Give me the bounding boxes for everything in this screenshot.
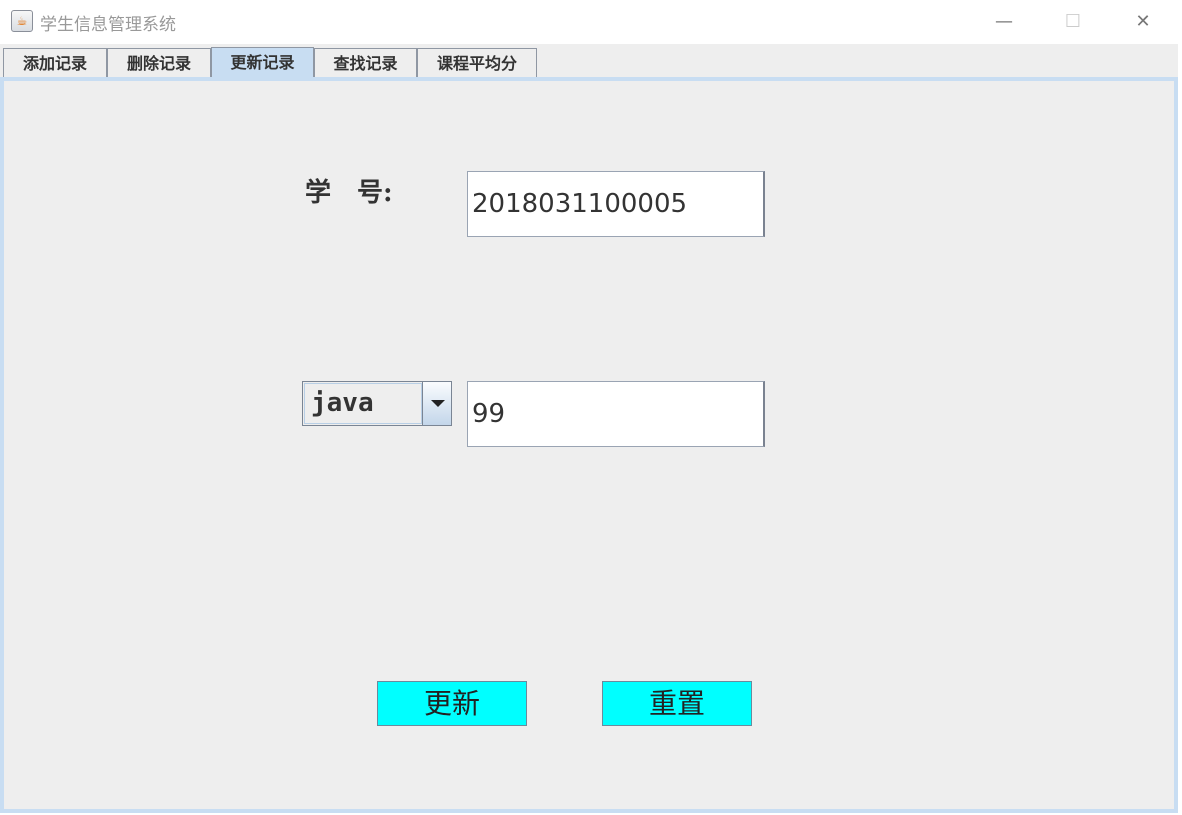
update-button[interactable]: 更新 — [377, 681, 527, 726]
score-input[interactable]: 99 — [467, 381, 765, 447]
minimize-button[interactable]: — — [984, 8, 1024, 36]
maximize-button[interactable]: ☐ — [1053, 8, 1093, 36]
reset-button[interactable]: 重置 — [602, 681, 752, 726]
chevron-down-icon[interactable] — [422, 382, 451, 425]
window-title: 学生信息管理系统 — [40, 15, 176, 35]
tab-strip: 添加记录 删除记录 更新记录 查找记录 课程平均分 — [0, 44, 1178, 78]
tab-course-average[interactable]: 课程平均分 — [417, 48, 537, 78]
student-id-input[interactable]: 2018031100005 — [467, 171, 765, 237]
course-select[interactable]: java — [302, 381, 452, 426]
course-select-value[interactable]: java — [304, 383, 422, 424]
tab-find-record[interactable]: 查找记录 — [314, 48, 417, 78]
java-app-icon: ☕ — [11, 10, 33, 32]
student-id-label: 学 号: — [305, 178, 393, 208]
tab-add-record[interactable]: 添加记录 — [3, 48, 107, 78]
tab-update-record[interactable]: 更新记录 — [211, 47, 314, 78]
title-bar: ☕ 学生信息管理系统 — ☐ ✕ — [0, 0, 1182, 44]
close-button[interactable]: ✕ — [1123, 8, 1163, 36]
tab-delete-record[interactable]: 删除记录 — [107, 48, 211, 78]
